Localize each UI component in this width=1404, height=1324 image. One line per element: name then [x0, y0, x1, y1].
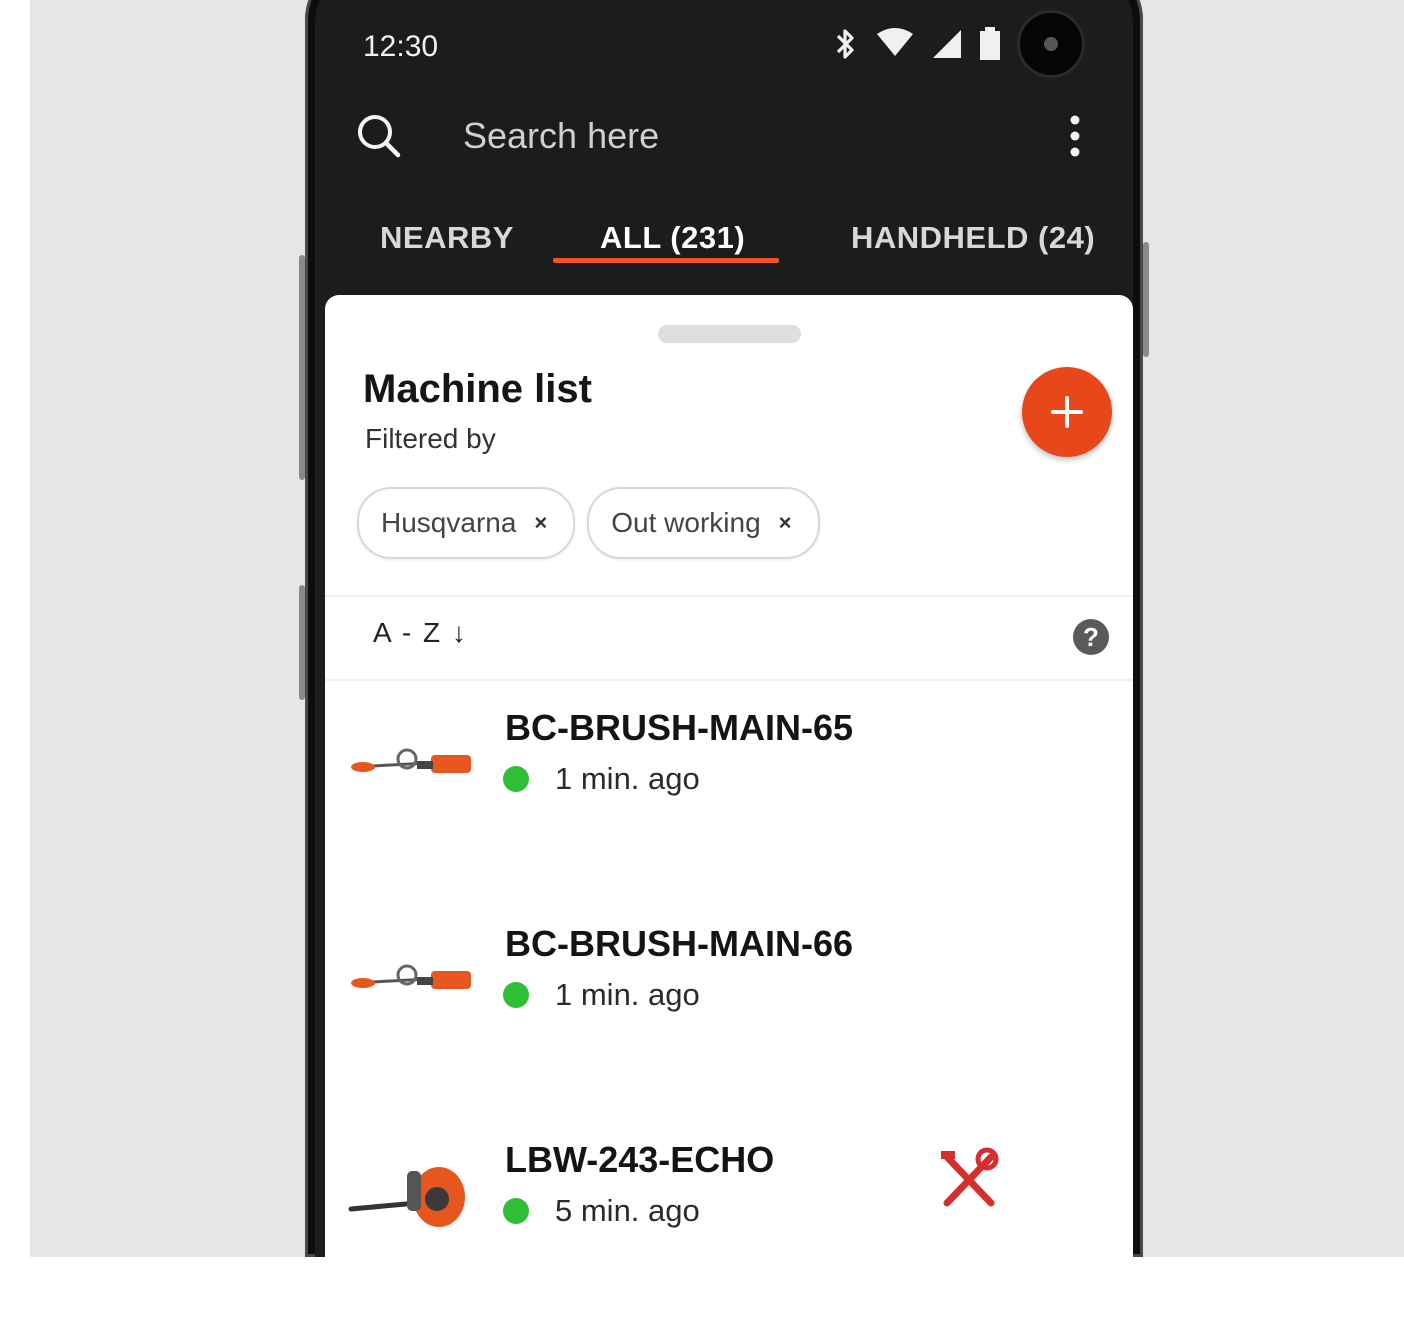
brushcutter-icon [351, 748, 471, 773]
search-icon[interactable] [355, 112, 403, 160]
last-seen-text: 5 min. ago [555, 1193, 700, 1228]
remove-filter-icon[interactable]: × [779, 510, 792, 536]
active-tab-indicator [553, 258, 779, 263]
service-tools-icon[interactable] [937, 1147, 1001, 1211]
add-machine-button[interactable] [1022, 367, 1112, 457]
phone-frame: 12:30 Search here NEARBY ALL (231) HANDH… [305, 0, 1143, 1257]
machine-status: 5 min. ago [503, 1193, 700, 1229]
machine-status: 1 min. ago [503, 761, 700, 797]
machine-name: BC-BRUSH-MAIN-66 [505, 923, 853, 964]
search-bar[interactable] [355, 100, 1085, 172]
remove-filter-icon[interactable]: × [534, 510, 547, 536]
filter-chip-label: Out working [611, 507, 761, 538]
bluetooth-icon [836, 29, 854, 59]
status-icons [833, 10, 1085, 78]
tab-nearby[interactable]: NEARBY [380, 220, 514, 256]
sort-row: A - Z ↓ ? [325, 597, 1133, 679]
machine-list-sheet: Machine list Filtered by Husqvarna × Out… [325, 295, 1133, 1257]
status-time: 12:30 [363, 30, 439, 63]
machine-status: 1 min. ago [503, 977, 700, 1013]
leaf-blower-icon [348, 1167, 465, 1227]
camera-icon [1017, 10, 1085, 78]
power-button [1143, 242, 1149, 357]
last-seen-text: 1 min. ago [555, 977, 700, 1012]
filter-chip-out-working[interactable]: Out working × [587, 487, 820, 559]
filter-subtitle: Filtered by [365, 423, 496, 454]
battery-icon [980, 27, 1000, 60]
help-icon[interactable]: ? [1073, 619, 1109, 655]
phone-screen: 12:30 Search here NEARBY ALL (231) HANDH… [315, 0, 1133, 1257]
brushcutter-icon [351, 964, 471, 989]
sheet-title: Machine list [363, 367, 592, 411]
plus-icon [1051, 396, 1083, 428]
tab-bar: NEARBY ALL (231) HANDHELD (24) [315, 220, 1133, 290]
side-button [299, 585, 305, 700]
list-item[interactable]: LBW-243-ECHO 5 min. ago [325, 1127, 1133, 1257]
filter-chip-label: Husqvarna [381, 507, 517, 538]
online-status-dot [503, 982, 529, 1008]
filter-chips: Husqvarna × Out working × [357, 487, 820, 559]
wifi-icon [877, 28, 913, 56]
online-status-dot [503, 1198, 529, 1224]
search-input[interactable] [461, 114, 1065, 158]
list-item[interactable]: BC-BRUSH-MAIN-66 1 min. ago [325, 911, 1133, 1061]
divider [325, 679, 1133, 681]
filter-chip-husqvarna[interactable]: Husqvarna × [357, 487, 576, 559]
tab-handheld[interactable]: HANDHELD (24) [851, 220, 1095, 256]
more-vert-icon[interactable] [1065, 112, 1085, 160]
online-status-dot [503, 766, 529, 792]
list-item[interactable]: BC-BRUSH-MAIN-65 1 min. ago [325, 695, 1133, 845]
signal-icon [933, 30, 961, 58]
volume-button [299, 255, 305, 480]
tab-all[interactable]: ALL (231) [600, 220, 745, 256]
machine-name: LBW-243-ECHO [505, 1139, 775, 1180]
machine-name: BC-BRUSH-MAIN-65 [505, 707, 853, 748]
last-seen-text: 1 min. ago [555, 761, 700, 796]
drag-handle[interactable] [658, 325, 801, 343]
sort-button[interactable]: A - Z ↓ [373, 617, 468, 649]
